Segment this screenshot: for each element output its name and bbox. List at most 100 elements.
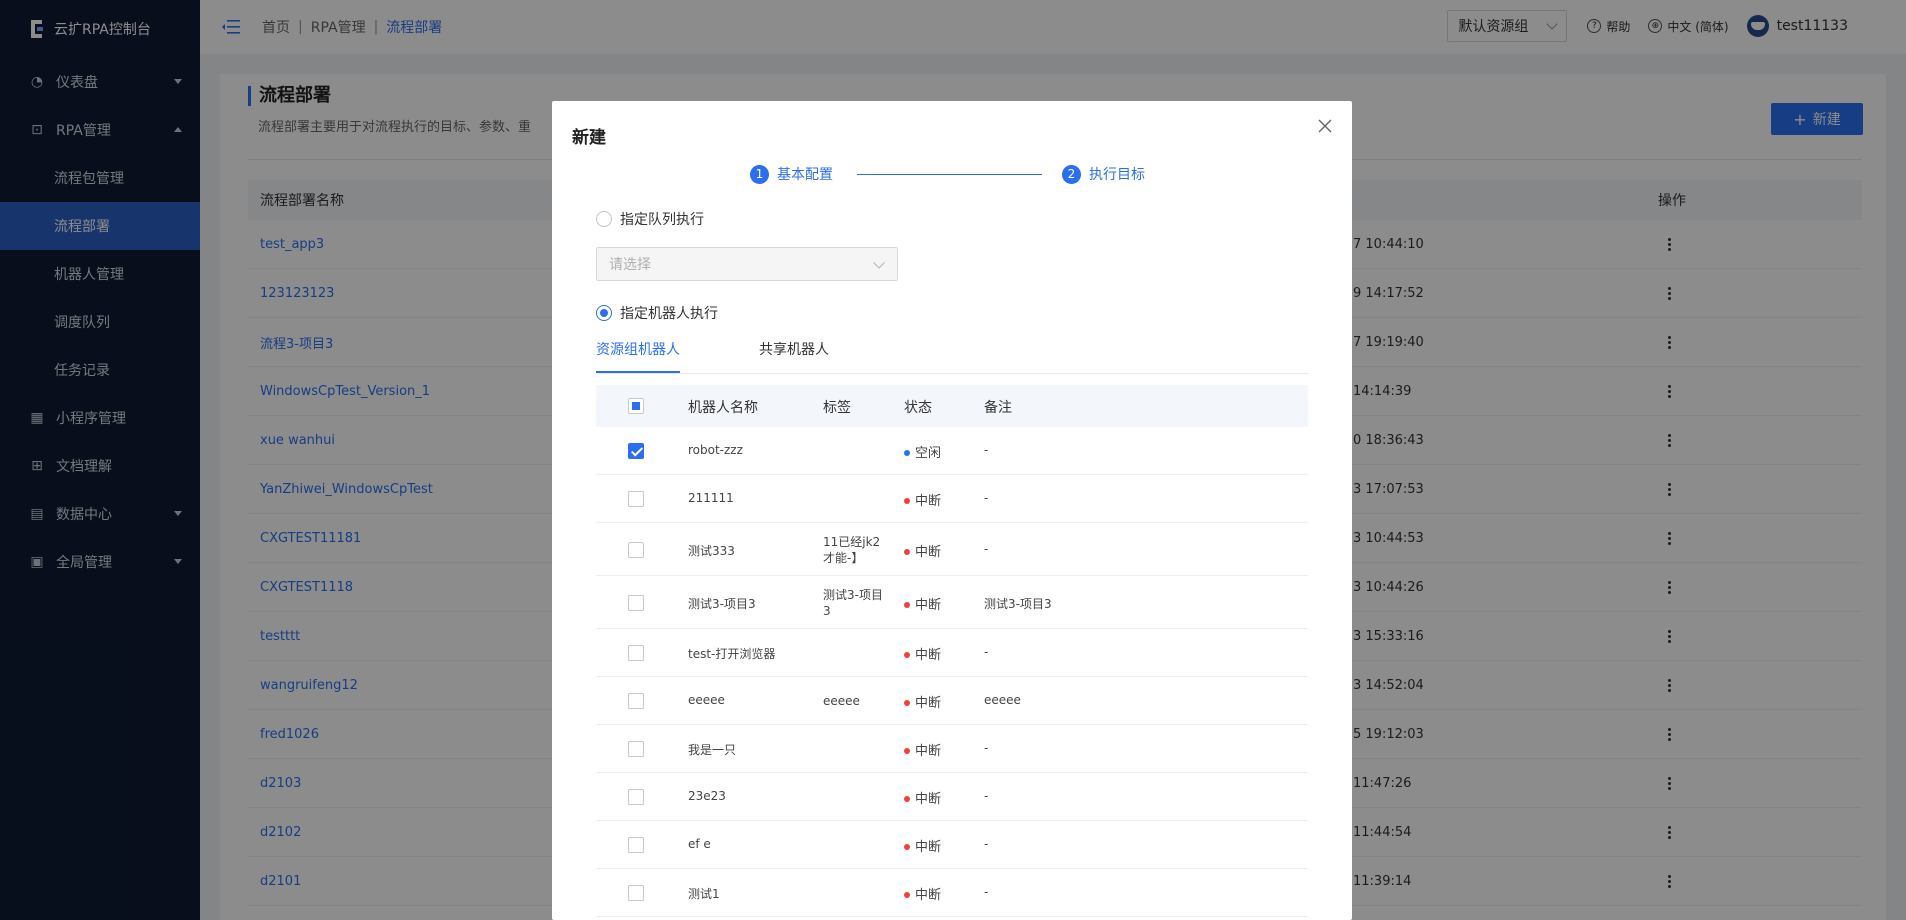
step-label: 基本配置 (777, 167, 833, 183)
robot-status: 中断 (904, 692, 941, 711)
queue-select: 请选择 (596, 247, 898, 281)
robot-note: - (984, 885, 989, 899)
robot-checkbox[interactable] (628, 885, 644, 901)
robot-note: - (984, 491, 989, 505)
robot-status: 中断 (904, 740, 941, 759)
robot-tag: 测试3-项目3 (823, 588, 883, 618)
robot-name: test-打开浏览器 (688, 647, 776, 661)
radio-button[interactable] (596, 211, 612, 227)
robot-checkbox[interactable] (628, 741, 644, 757)
robot-row[interactable]: robot-zzz 空闲 - (596, 427, 1308, 475)
radio-robot-execution[interactable]: 指定机器人执行 (596, 303, 718, 323)
robot-name: 测试333 (688, 544, 735, 558)
robot-row[interactable]: eeeee eeeee 中断 eeeee (596, 677, 1308, 725)
robot-checkbox[interactable] (628, 645, 644, 661)
step-basic-config[interactable]: 1 基本配置 (750, 164, 833, 184)
robot-name: eeeee (688, 693, 725, 707)
tab-shared-robots[interactable]: 共享机器人 (759, 339, 829, 371)
robot-tag: eeeee (823, 694, 860, 708)
select-all-checkbox[interactable] (628, 398, 644, 414)
step-number: 1 (750, 164, 769, 184)
column-robot-name: 机器人名称 (688, 400, 758, 416)
status-text: 空闲 (915, 446, 942, 461)
robot-note: eeeee (984, 693, 1021, 707)
radio-queue-execution[interactable]: 指定队列执行 (596, 209, 704, 229)
robot-status: 中断 (904, 788, 941, 807)
status-text: 中断 (915, 648, 942, 663)
new-deployment-modal: 新建 1 基本配置 2 执行目标 指定队列执行 请选择 指定机器人执行 资源组机… (552, 101, 1352, 920)
robot-checkbox[interactable] (628, 542, 644, 558)
robot-note: - (984, 837, 989, 851)
robot-name: 23e23 (688, 789, 726, 803)
robot-name: ef e (688, 837, 711, 851)
status-text: 中断 (915, 696, 942, 711)
robot-status: 中断 (904, 884, 941, 903)
radio-label: 指定队列执行 (620, 212, 704, 228)
status-dot (904, 548, 910, 555)
robot-row[interactable]: 我是一只 中断 - (596, 725, 1308, 773)
robot-table: 机器人名称 标签 状态 备注 robot-zzz 空闲 -211111 中断 - 测试33… (596, 385, 1308, 917)
robot-checkbox[interactable] (628, 693, 644, 709)
robot-tag: 11已经jk2才能-】 (823, 535, 881, 565)
robot-checkbox[interactable] (628, 491, 644, 507)
robot-table-header: 机器人名称 标签 状态 备注 (596, 385, 1308, 427)
robot-note: 测试3-项目3 (984, 597, 1052, 611)
robot-name: 测试1 (688, 887, 720, 901)
column-note: 备注 (984, 400, 1012, 416)
status-text: 中断 (915, 888, 942, 903)
status-dot (904, 497, 910, 504)
robot-name: 测试3-项目3 (688, 597, 756, 611)
status-dot (904, 747, 910, 754)
step-connector (857, 173, 1042, 175)
robot-name: 我是一只 (688, 743, 737, 757)
robot-note: - (984, 443, 989, 457)
robot-row[interactable]: 测试1 中断 - (596, 869, 1308, 917)
robot-name: robot-zzz (688, 443, 743, 457)
stepper: 1 基本配置 2 执行目标 (750, 164, 1145, 184)
robot-note: - (984, 542, 989, 556)
robot-row[interactable]: ef e 中断 - (596, 821, 1308, 869)
robot-row[interactable]: 测试333 11已经jk2才能-】 中断 - (596, 523, 1308, 576)
robot-status: 中断 (904, 594, 941, 613)
status-text: 中断 (915, 744, 942, 759)
status-dot (904, 699, 910, 706)
modal-title: 新建 (572, 128, 606, 148)
robot-row[interactable]: 211111 中断 - (596, 475, 1308, 523)
column-status: 状态 (904, 400, 932, 416)
status-text: 中断 (915, 545, 942, 560)
step-execution-target[interactable]: 2 执行目标 (1062, 164, 1145, 184)
status-dot (904, 651, 910, 658)
status-dot (904, 795, 910, 802)
status-text: 中断 (915, 494, 942, 509)
robot-status: 空闲 (904, 442, 941, 461)
robot-note: - (984, 741, 989, 755)
radio-button-checked[interactable] (596, 305, 612, 321)
robot-name: 211111 (688, 491, 734, 505)
status-text: 中断 (915, 792, 942, 807)
queue-select-placeholder: 请选择 (609, 257, 651, 273)
robot-note: - (984, 789, 989, 803)
robot-checkbox[interactable] (628, 789, 644, 805)
step-label: 执行目标 (1089, 167, 1145, 183)
robot-row[interactable]: test-打开浏览器 中断 - (596, 629, 1308, 677)
tab-resource-group-robots[interactable]: 资源组机器人 (596, 339, 680, 373)
status-text: 中断 (915, 840, 942, 855)
robot-tabs: 资源组机器人 共享机器人 (596, 331, 1308, 374)
chevron-down-icon (873, 257, 885, 269)
robot-row[interactable]: 23e23 中断 - (596, 773, 1308, 821)
close-icon[interactable] (1318, 119, 1332, 133)
robot-row[interactable]: 测试3-项目3 测试3-项目3 中断 测试3-项目3 (596, 576, 1308, 629)
status-dot (904, 843, 910, 850)
robot-status: 中断 (904, 490, 941, 509)
column-tag: 标签 (823, 400, 851, 416)
status-dot (904, 449, 910, 456)
robot-status: 中断 (904, 541, 941, 560)
robot-note: - (984, 645, 989, 659)
radio-label: 指定机器人执行 (620, 306, 718, 322)
robot-status: 中断 (904, 644, 941, 663)
robot-checkbox[interactable] (628, 595, 644, 611)
robot-checkbox[interactable] (628, 837, 644, 853)
status-text: 中断 (915, 598, 942, 613)
status-dot (904, 891, 910, 898)
robot-checkbox[interactable] (628, 443, 644, 459)
